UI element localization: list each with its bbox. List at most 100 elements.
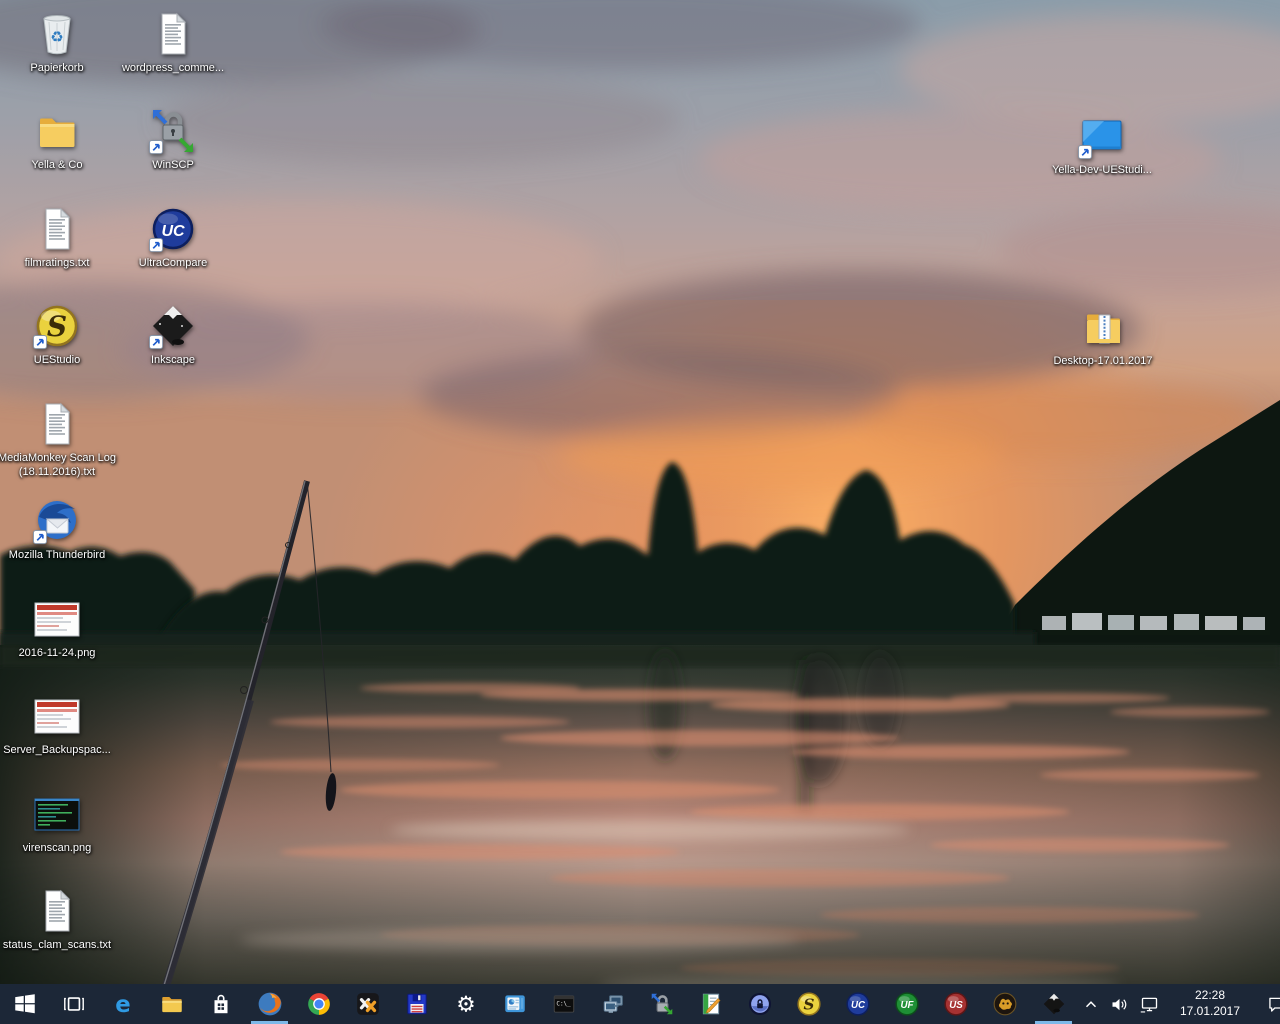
cmd-icon: C:\_ — [551, 991, 577, 1017]
svg-text:UF: UF — [900, 1000, 914, 1011]
taskbar-button-keepass[interactable] — [735, 984, 784, 1024]
desktop-icon-mozilla-thunderbird[interactable]: Mozilla Thunderbird — [0, 497, 119, 562]
desktop[interactable]: ♻ Papierkorb wordpress_comme... Yella & C… — [0, 0, 1280, 1024]
shortcut-arrow-icon — [33, 530, 48, 545]
uf-green-icon: UF — [894, 991, 920, 1017]
thunderbird-icon — [33, 497, 81, 545]
desktop-icon-label: UltraCompare — [139, 256, 207, 270]
svg-text:S: S — [803, 995, 814, 1013]
desktop-icon-mediamonkey-scan-log-18-11-201[interactable]: MediaMonkey Scan Log (18.11.2016).txt — [0, 400, 119, 480]
computers-icon — [600, 991, 626, 1017]
inkscape-icon — [149, 302, 197, 350]
us-red-icon: US — [943, 991, 969, 1017]
taskbar-button-windows-store[interactable] — [196, 984, 245, 1024]
taskbar-button-text-editor[interactable] — [686, 984, 735, 1024]
taskbar-button-chrome[interactable] — [294, 984, 343, 1024]
task-view-icon — [61, 991, 87, 1017]
desktop-icon-label: Yella-Dev-UEStudi... — [1052, 163, 1152, 177]
inkscape-small-icon — [1041, 991, 1067, 1017]
desktop-icon-wordpress-comme[interactable]: wordpress_comme... — [111, 10, 235, 75]
svg-text:⚙: ⚙ — [456, 993, 475, 1017]
desktop-icon-winscp[interactable]: WinSCP — [111, 107, 235, 172]
taskbar-button-file-explorer[interactable] — [147, 984, 196, 1024]
winscp-small-icon — [649, 991, 675, 1017]
desktop-icon-label: 2016-11-24.png — [19, 646, 96, 660]
uc-blue-icon: UC — [845, 991, 871, 1017]
control-panel-icon — [502, 991, 528, 1017]
tray-volume-icon[interactable] — [1104, 984, 1134, 1024]
desktop-icon-label: Mozilla Thunderbird — [9, 548, 105, 562]
store-bag-icon — [208, 991, 234, 1017]
taskbar-button-settings[interactable]: ⚙ — [441, 984, 490, 1024]
taskbar-button-command-prompt[interactable]: C:\_ — [539, 984, 588, 1024]
desktop-icon-2016-11-24-png[interactable]: 2016-11-24.png — [0, 595, 119, 660]
edge-icon: e — [110, 991, 136, 1017]
desktop-icon-desktop-17-01-2017[interactable]: Desktop-17.01.2017 — [1041, 303, 1165, 368]
winscp-icon — [149, 107, 197, 155]
desktop-icon-virenscan-png[interactable]: virenscan.png — [0, 790, 119, 855]
desktop-icon-yella-co[interactable]: Yella & Co — [0, 107, 119, 172]
desktop-icon-uestudio[interactable]: S UEStudio — [0, 302, 119, 367]
chrome-icon — [306, 991, 332, 1017]
svg-text:e: e — [115, 992, 130, 1017]
taskbar-button-ultrafinder[interactable]: UF — [882, 984, 931, 1024]
recycle-bin-icon: ♻ — [33, 10, 81, 58]
taskbar-button-ultracompare[interactable]: UC — [833, 984, 882, 1024]
desktop-icon-status-clam-scans-txt[interactable]: status_clam_scans.txt — [0, 887, 119, 952]
desktop-icon-ultracompare[interactable]: UC UltraCompare — [111, 205, 235, 270]
desktop-icon-server-backupspac[interactable]: Server_Backupspac... — [0, 692, 119, 757]
text-file-icon — [149, 10, 197, 58]
desktop-icon-papierkorb[interactable]: ♻ Papierkorb — [0, 10, 119, 75]
taskbar-button-mediamonkey[interactable] — [980, 984, 1029, 1024]
editor-pencil-icon — [698, 991, 724, 1017]
tray-chevron-up-icon[interactable] — [1078, 984, 1104, 1024]
desktop-icon-yella-dev-uestudi[interactable]: Yella-Dev-UEStudi... — [1040, 112, 1164, 177]
desktop-icon-filmratings-txt[interactable]: filmratings.txt — [0, 205, 119, 270]
tray-clock[interactable]: 22:28 17.01.2017 — [1164, 988, 1256, 1019]
shortcut-arrow-icon — [149, 140, 164, 155]
webpage-thumb-icon — [33, 595, 81, 643]
ultracompare-icon: UC — [149, 205, 197, 253]
text-file-icon — [33, 887, 81, 935]
desktop-icon-label: Server_Backupspac... — [3, 743, 111, 757]
text-file-icon — [33, 400, 81, 448]
svg-text:♻: ♻ — [50, 28, 63, 46]
system-tray: 22:28 17.01.2017 — [1078, 984, 1280, 1024]
text-file-icon — [33, 205, 81, 253]
desktop-icon-label: Inkscape — [151, 353, 195, 367]
windows-logo-icon — [12, 991, 38, 1017]
svg-text:UC: UC — [161, 223, 185, 240]
taskbar-button-system-control-panel[interactable] — [490, 984, 539, 1024]
taskbar-button-inkscape[interactable] — [1029, 984, 1078, 1024]
blue-screen-icon — [1078, 112, 1126, 160]
taskbar[interactable]: e ⚙ C:\_ S UC UF US — [0, 984, 1280, 1024]
desktop-icon-label: Yella & Co — [32, 158, 83, 172]
taskbar-button-ultrasentry[interactable]: US — [931, 984, 980, 1024]
shortcut-arrow-icon — [149, 335, 164, 350]
taskbar-button-firefox[interactable] — [245, 984, 294, 1024]
taskbar-button-double-x-app[interactable] — [343, 984, 392, 1024]
desktop-icon-inkscape[interactable]: Inkscape — [111, 302, 235, 367]
svg-text:US: US — [949, 1000, 963, 1011]
taskbar-button-winscp[interactable] — [637, 984, 686, 1024]
desktop-icon-label: MediaMonkey Scan Log (18.11.2016).txt — [0, 451, 119, 480]
action-center-icon[interactable] — [1256, 984, 1280, 1024]
firefox-icon — [257, 991, 283, 1017]
taskbar-button-uestudio[interactable]: S — [784, 984, 833, 1024]
explorer-folder-icon — [159, 991, 185, 1017]
taskbar-button-floppy-disk-app[interactable] — [392, 984, 441, 1024]
gear-icon: ⚙ — [453, 991, 479, 1017]
taskbar-button-start[interactable] — [0, 984, 49, 1024]
taskbar-button-remote-computers[interactable] — [588, 984, 637, 1024]
keepass-icon — [747, 991, 773, 1017]
windows-desktop-screen: ♻ Papierkorb wordpress_comme... Yella & C… — [0, 0, 1280, 1024]
svg-text:C:\_: C:\_ — [556, 1001, 571, 1008]
taskbar-button-task-view[interactable] — [49, 984, 98, 1024]
tray-network-icon[interactable] — [1134, 984, 1164, 1024]
double-x-icon — [355, 991, 381, 1017]
desktop-icon-label: Papierkorb — [30, 61, 83, 75]
desktop-icon-label: wordpress_comme... — [122, 61, 224, 75]
taskbar-button-edge[interactable]: e — [98, 984, 147, 1024]
folder-zip-icon — [1079, 303, 1127, 351]
ue-gold-icon: S — [796, 991, 822, 1017]
